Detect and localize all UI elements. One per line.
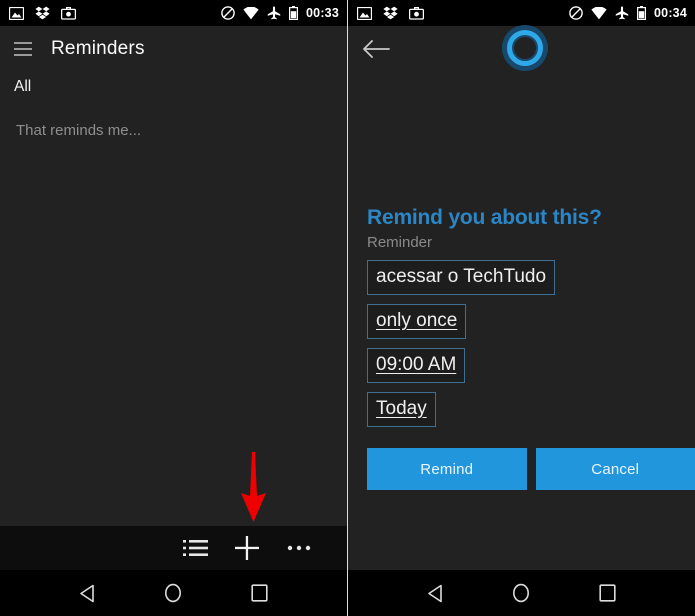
overflow-menu-button[interactable] (273, 526, 325, 570)
empty-state-hint: That reminds me... (16, 122, 142, 139)
reminder-confirm-body: Remind you about this? Reminder acessar … (348, 72, 695, 490)
hamburger-icon[interactable] (14, 42, 32, 56)
back-arrow-icon[interactable] (362, 39, 390, 59)
date-field[interactable]: Today (367, 392, 436, 427)
home-circle-icon (512, 583, 530, 603)
nav-recents-button[interactable] (585, 570, 631, 616)
list-view-button[interactable] (169, 526, 221, 570)
status-bar-clock: 00:34 (654, 6, 687, 20)
back-triangle-icon (426, 584, 444, 603)
battery-icon (289, 6, 299, 20)
nav-home-button[interactable] (498, 570, 544, 616)
photo-icon (357, 6, 372, 20)
status-bar-system-icons: 00:33 (213, 6, 339, 20)
dual-screenshot-comparison: 00:33 Reminders All That reminds me... 0… (0, 0, 695, 616)
time-field[interactable]: 09:00 AM (367, 348, 466, 383)
nav-back-button[interactable] (64, 570, 110, 616)
more-horizontal-icon (287, 545, 311, 551)
battery-icon (637, 6, 647, 20)
nav-home-button[interactable] (150, 570, 196, 616)
tab-bar: All (0, 72, 347, 100)
status-bar: 00:34 (348, 0, 695, 26)
recents-square-icon (251, 584, 268, 602)
airplane-mode-icon (267, 6, 281, 20)
dropbox-icon (35, 6, 50, 20)
status-bar-notification-icons (9, 6, 87, 20)
back-triangle-icon (78, 584, 96, 603)
wifi-icon (243, 6, 259, 20)
reminder-label: Reminder (367, 234, 433, 251)
photo-icon (9, 6, 24, 20)
action-button-row: Remind Cancel (358, 427, 695, 490)
status-bar-system-icons: 00:34 (561, 6, 687, 20)
camera-case-icon (61, 6, 76, 20)
right-screen-cortana-reminder: 00:34 Remind you about this? Reminder ac… (347, 0, 695, 616)
app-bar: Reminders (0, 26, 347, 72)
recents-square-icon (599, 584, 616, 602)
dropbox-icon (383, 6, 398, 20)
nav-recents-button[interactable] (237, 570, 283, 616)
status-bar-notification-icons (357, 6, 435, 20)
cortana-ring-icon (501, 24, 549, 72)
do-not-disturb-icon (569, 6, 583, 20)
status-bar: 00:33 (0, 0, 347, 26)
left-screen-reminders-list: 00:33 Reminders All That reminds me... (0, 0, 347, 616)
remind-button[interactable]: Remind (367, 448, 527, 490)
android-navigation-bar-right (348, 570, 695, 616)
nav-back-button[interactable] (412, 570, 458, 616)
wifi-icon (591, 6, 607, 20)
bottom-toolbar (0, 526, 347, 570)
cancel-button[interactable]: Cancel (535, 448, 695, 490)
repeat-field[interactable]: only once (367, 304, 467, 339)
red-arrow-pointer (231, 452, 275, 524)
reminder-text-field[interactable]: acessar o TechTudo (367, 260, 556, 295)
page-title: Reminders (51, 38, 145, 59)
plus-icon (235, 536, 259, 560)
add-reminder-button[interactable] (221, 526, 273, 570)
tab-all[interactable]: All (14, 78, 31, 100)
camera-case-icon (409, 6, 424, 20)
list-icon (182, 539, 208, 557)
do-not-disturb-icon (221, 6, 235, 20)
airplane-mode-icon (615, 6, 629, 20)
home-circle-icon (164, 583, 182, 603)
confirm-heading: Remind you about this? (367, 206, 602, 229)
status-bar-clock: 00:33 (306, 6, 339, 20)
android-navigation-bar-left (0, 570, 347, 616)
